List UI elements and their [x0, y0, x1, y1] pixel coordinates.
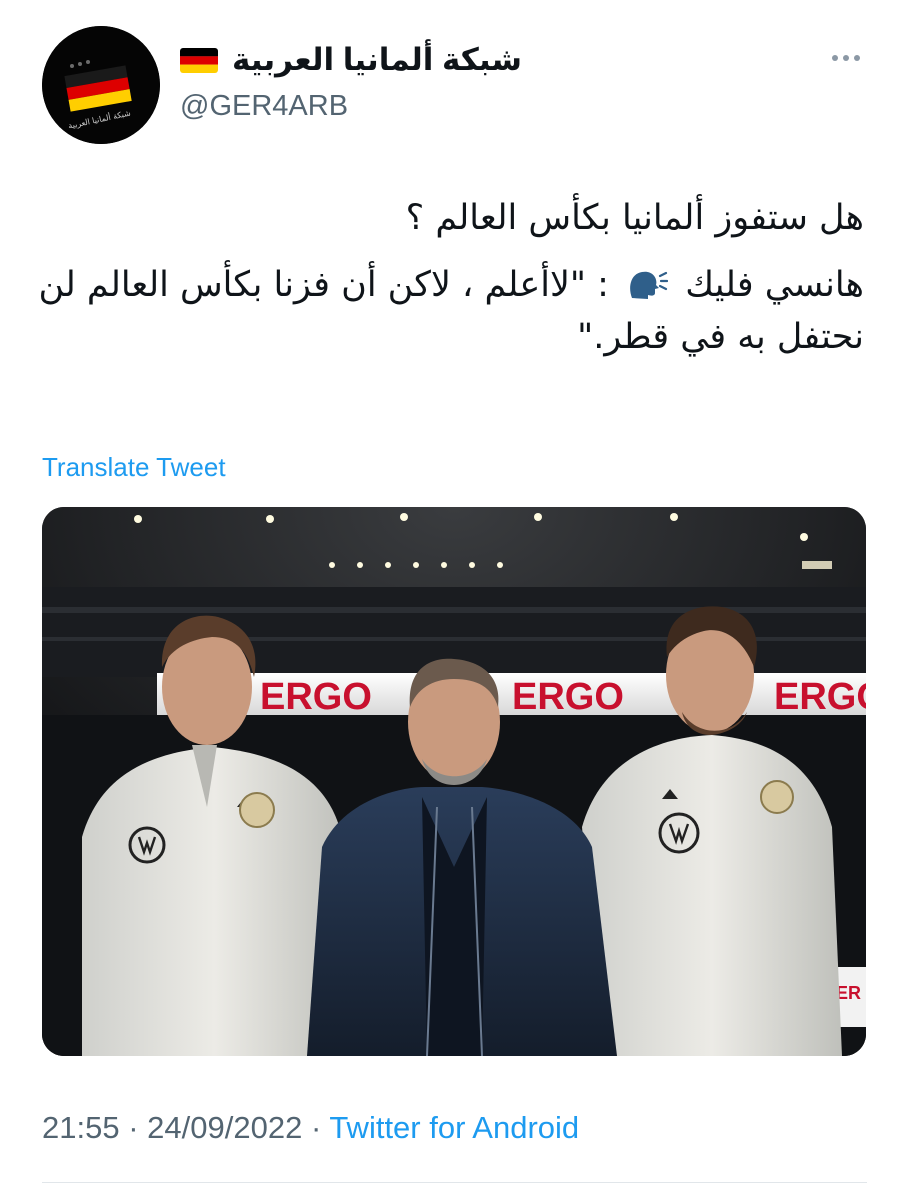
- banner-text: ERGO: [260, 676, 372, 718]
- banner-text: ERGO: [512, 676, 624, 718]
- german-flag-icon: [180, 47, 218, 73]
- translate-tweet-link[interactable]: Translate Tweet: [42, 452, 226, 483]
- dot-icon: [854, 55, 860, 61]
- tweet-question: هل ستفوز ألمانيا بكأس العالم ؟: [405, 198, 864, 238]
- tweet-date[interactable]: 24/09/2022: [147, 1110, 302, 1145]
- tweet-quote: هانسي فليك : "لاأعلم ، لاكن أن فزنا بكأس…: [34, 259, 865, 364]
- tweet-quote-speaker: هانسي فليك: [685, 264, 864, 305]
- author-name-row[interactable]: شبكة ألمانيا العربية: [180, 42, 522, 78]
- speaking-head-icon: [630, 271, 669, 299]
- side-banner-text: ER: [836, 983, 861, 1003]
- tweet-time[interactable]: 21:55: [42, 1110, 120, 1145]
- divider: [42, 1182, 867, 1183]
- author-avatar[interactable]: شبكة ألمانيا العربية: [42, 26, 160, 144]
- author-handle[interactable]: @GER4ARB: [180, 90, 348, 123]
- stadium-photo: ERGO ERGO ERGO ER: [42, 507, 866, 1056]
- avatar-logo-icon: شبكة ألمانيا العربية: [42, 26, 160, 144]
- tweet-card: شبكة ألمانيا العربية شبكة ألمانيا العربي…: [0, 0, 909, 1200]
- tweet-photo[interactable]: ERGO ERGO ERGO ER: [42, 507, 866, 1056]
- dot-icon: [843, 55, 849, 61]
- tweet-text: هل ستفوز ألمانيا بكأس العالم ؟ هانسي فلي…: [34, 192, 865, 378]
- meta-separator: ·: [310, 1110, 322, 1145]
- tweet-source-link[interactable]: Twitter for Android: [329, 1110, 579, 1145]
- author-display-name[interactable]: شبكة ألمانيا العربية: [232, 42, 522, 78]
- more-options-button[interactable]: [832, 55, 860, 61]
- tweet-meta: 21:55 · 24/09/2022 · Twitter for Android: [42, 1110, 579, 1146]
- dot-icon: [832, 55, 838, 61]
- banner-text: ERGO: [774, 676, 866, 718]
- meta-separator: ·: [128, 1110, 139, 1145]
